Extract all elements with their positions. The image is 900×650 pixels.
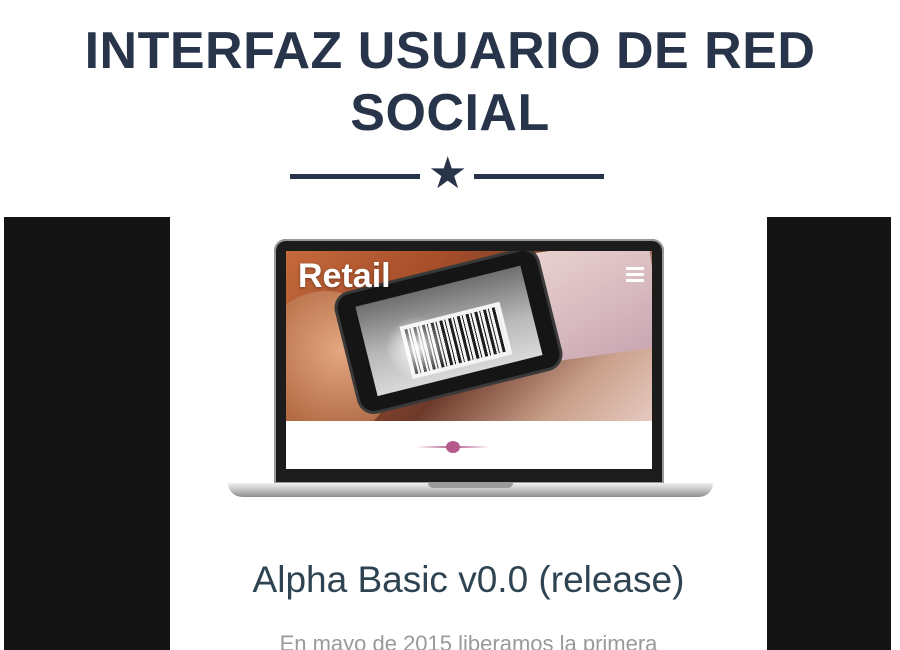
page: INTERFAZ USUARIO DE RED SOCIAL ★ Retail … xyxy=(0,0,900,650)
hamburger-menu-icon[interactable] xyxy=(626,267,644,283)
product-description: En mayo de 2015 liberamos la primera xyxy=(279,631,658,650)
hero-title: Retail xyxy=(298,257,391,295)
hero-image: Retail xyxy=(286,251,652,421)
star-icon: ★ xyxy=(428,148,468,199)
divider-bar-left xyxy=(290,174,420,179)
laptop-mockup: Retail xyxy=(228,239,713,509)
laptop-bezel: Retail xyxy=(274,239,664,484)
showcase-frame: Retail Alpha Basic v0.0 (release) En may… xyxy=(4,217,891,650)
laptop-notch xyxy=(428,483,513,488)
page-title-line-1: INTERFAZ USUARIO DE RED xyxy=(84,22,816,80)
product-heading: Alpha Basic v0.0 (release) xyxy=(252,559,685,600)
page-title-line-2: SOCIAL xyxy=(350,84,550,142)
laptop-screen: Retail xyxy=(286,251,652,469)
heart-logo-icon xyxy=(416,441,490,453)
page-title: INTERFAZ USUARIO DE RED SOCIAL xyxy=(0,20,900,144)
divider-bar-right xyxy=(474,174,604,179)
title-divider: ★ xyxy=(290,152,606,198)
showcase-panel: Retail Alpha Basic v0.0 (release) En may… xyxy=(170,217,767,650)
